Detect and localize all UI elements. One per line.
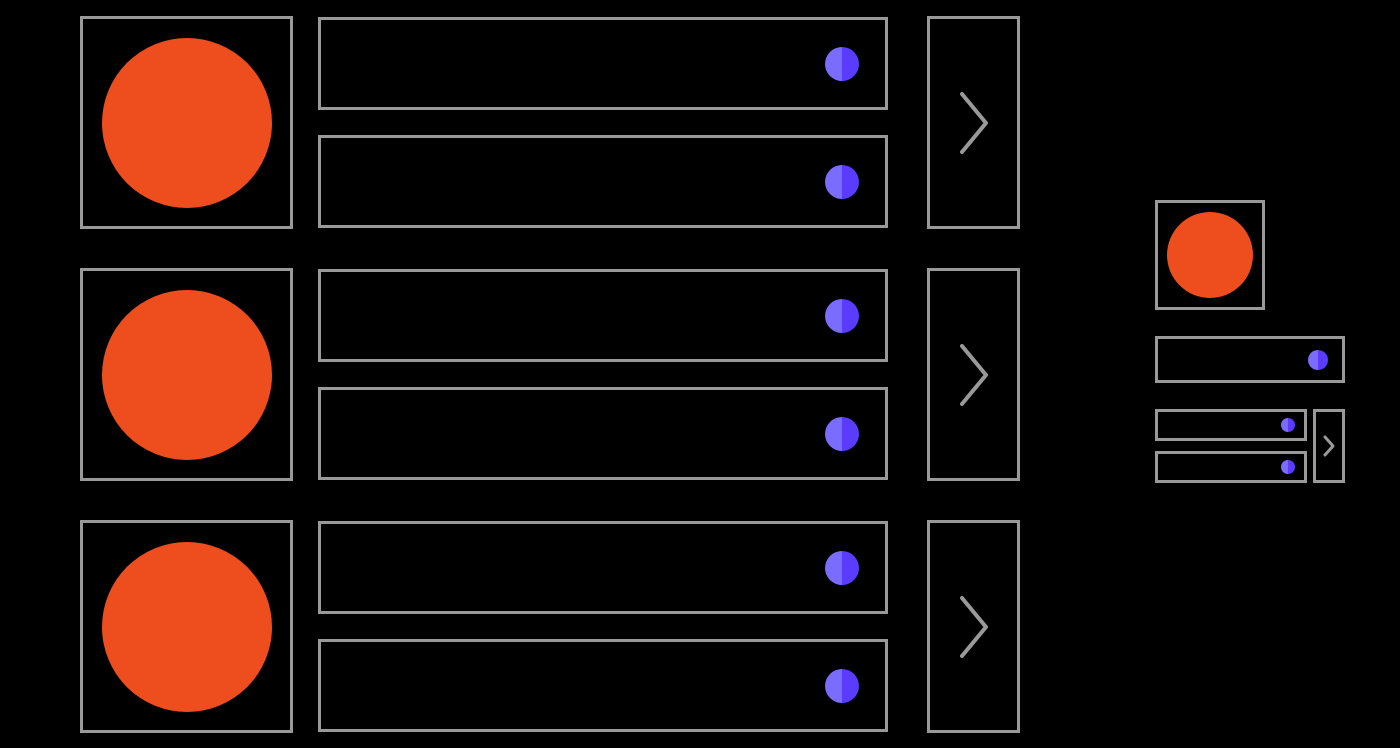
- group-row: [80, 268, 1020, 481]
- bars-column: [318, 521, 902, 732]
- indicator-dot-icon: [825, 299, 859, 333]
- indicator-dot-icon: [1281, 418, 1295, 432]
- chevron-right-icon: [956, 592, 992, 662]
- bar-cell: [318, 387, 888, 480]
- bar-cell: [318, 17, 888, 110]
- bar-cell: [318, 135, 888, 228]
- bars-column: [318, 269, 902, 480]
- bar-cell: [1155, 409, 1307, 441]
- bar-cell: [1155, 336, 1345, 383]
- indicator-dot-icon: [825, 165, 859, 199]
- image-cell: [80, 268, 293, 481]
- bar-cell: [318, 521, 888, 614]
- image-cell: [80, 520, 293, 733]
- group-row: [80, 16, 1020, 229]
- indicator-dot-icon: [825, 669, 859, 703]
- image-cell: [1155, 200, 1265, 310]
- mini-strip: [1155, 409, 1345, 483]
- bar-cell: [318, 269, 888, 362]
- chevron-right-icon: [956, 340, 992, 410]
- indicator-dot-icon: [1281, 460, 1295, 474]
- image-cell: [80, 16, 293, 229]
- chevron-right-icon: [956, 88, 992, 158]
- disc-icon: [102, 38, 272, 208]
- bar-cell: [1155, 451, 1307, 483]
- diagram-stage: [0, 0, 1400, 748]
- bars-column: [318, 17, 902, 228]
- indicator-dot-icon: [825, 417, 859, 451]
- chevron-cell[interactable]: [1313, 409, 1345, 483]
- chevron-right-icon: [1323, 435, 1335, 457]
- disc-icon: [102, 542, 272, 712]
- indicator-dot-icon: [825, 47, 859, 81]
- chevron-cell[interactable]: [927, 520, 1020, 733]
- chevron-cell[interactable]: [927, 268, 1020, 481]
- indicator-dot-icon: [825, 551, 859, 585]
- chevron-cell[interactable]: [927, 16, 1020, 229]
- bar-cell: [318, 639, 888, 732]
- disc-icon: [102, 290, 272, 460]
- bars-column: [1155, 409, 1307, 483]
- disc-icon: [1167, 212, 1253, 298]
- indicator-dot-icon: [1308, 350, 1328, 370]
- group-row: [80, 520, 1020, 733]
- mini-composite: [1155, 200, 1345, 483]
